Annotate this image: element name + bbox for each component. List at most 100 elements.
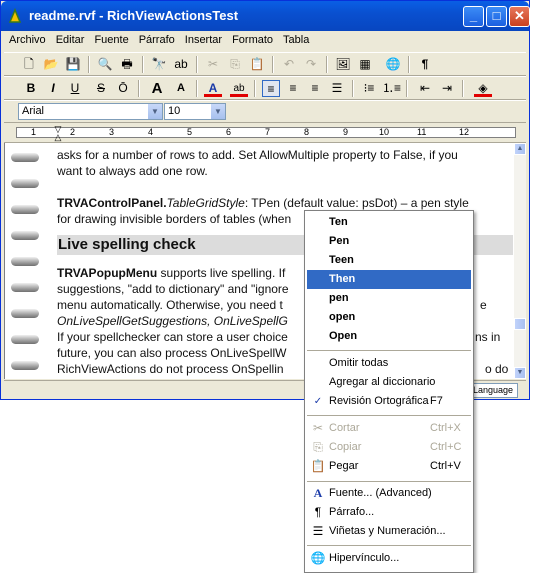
binding-ring [11, 179, 39, 188]
suggestion-label: Teen [329, 254, 354, 266]
insert-table-icon[interactable]: ▦ [356, 56, 374, 73]
open-icon[interactable]: 📂 [42, 56, 60, 73]
suggestion-item-selected[interactable]: Then [307, 270, 471, 289]
spellcheck-item[interactable]: ✓ Revisión Ortográfica F7 [307, 392, 471, 411]
hyperlink-item[interactable]: 🌐 Hipervínculo... [307, 549, 471, 568]
italic-button[interactable]: I [44, 80, 62, 97]
scroll-down-icon[interactable]: ▼ [514, 367, 526, 379]
menu-archivo[interactable]: Archivo [4, 31, 51, 49]
class-name: TRVAPopupMenu [57, 266, 158, 280]
font-name-select[interactable]: Arial ▼ [18, 103, 163, 120]
add-to-dictionary-item[interactable]: Agregar al diccionario [307, 373, 471, 392]
text-line: want to always add one row. [57, 164, 208, 178]
bullets-icon[interactable]: ⁝≡ [360, 80, 378, 97]
insert-picture-icon[interactable]: 🖼 [334, 56, 352, 73]
scroll-up-icon[interactable]: ▲ [514, 143, 526, 155]
menu-label: Viñetas y Numeración... [329, 525, 446, 537]
find-icon[interactable]: 🔭 [150, 56, 168, 73]
save-icon[interactable]: 💾 [64, 56, 82, 73]
ruler-mark: 1 [31, 127, 37, 137]
suggestion-item[interactable]: Pen [307, 232, 471, 251]
ruler-mark: 10 [379, 127, 390, 137]
toolbar-separator [196, 56, 198, 73]
background-color-icon[interactable]: ◈ [474, 80, 492, 97]
numbering-icon[interactable]: ⒈≡ [382, 80, 401, 97]
bold-button[interactable]: B [22, 80, 40, 97]
hyperlink-icon[interactable]: 🌐 [384, 56, 402, 73]
shrink-font-button[interactable]: A [172, 80, 190, 97]
paragraph-icon: ¶ [314, 505, 322, 519]
suggestion-label: Ten [329, 216, 348, 228]
menu-editar[interactable]: Editar [51, 31, 90, 49]
ruler-track: 1 2 3 4 5 6 7 8 9 10 11 12 [16, 127, 516, 138]
text-line: If your spellchecker can store a user ch… [57, 330, 288, 344]
strikethrough-button[interactable]: S [92, 80, 110, 97]
justify-icon[interactable]: ☰ [328, 80, 346, 97]
title-bar[interactable]: readme.rvf - RichViewActionsTest _ □ ✕ [1, 1, 530, 31]
indent-marker[interactable]: ▽ △ [54, 125, 62, 142]
text-line: suggestions, "add to dictionary" and "ig… [57, 282, 289, 296]
ruler[interactable]: 1 2 3 4 5 6 7 8 9 10 11 12 ▽ △ [4, 124, 526, 143]
suggestion-item[interactable]: Open [307, 327, 471, 346]
decrease-indent-icon[interactable]: ⇤ [416, 80, 434, 97]
align-left-icon[interactable]: ≡ [262, 80, 280, 97]
grow-font-button[interactable]: A [148, 80, 166, 97]
text-line: future, you can also process OnLiveSpell… [57, 346, 287, 360]
align-right-icon[interactable]: ≡ [306, 80, 324, 97]
print-icon[interactable]: 🖶 [118, 56, 136, 73]
overline-button[interactable]: Ō [114, 80, 132, 97]
bullets-numbering-item[interactable]: ☰ Viñetas y Numeración... [307, 522, 471, 541]
toolbar-separator [88, 56, 90, 73]
align-center-icon[interactable]: ≡ [284, 80, 302, 97]
highlight-button[interactable]: ab [230, 80, 248, 97]
increase-indent-icon[interactable]: ⇥ [438, 80, 456, 97]
menu-formato[interactable]: Formato [227, 31, 278, 49]
show-special-chars-icon[interactable]: ¶ [416, 56, 434, 73]
close-button[interactable]: ✕ [509, 6, 530, 27]
app-icon [8, 8, 22, 23]
menu-shortcut: F7 [430, 395, 443, 407]
find-replace-icon[interactable]: ab [172, 56, 190, 73]
paragraph-item[interactable]: ¶ Párrafo... [307, 503, 471, 522]
copy-item[interactable]: ⎘ Copiar Ctrl+C [307, 438, 471, 457]
suggestion-item[interactable]: Teen [307, 251, 471, 270]
undo-icon[interactable]: ↶ [280, 56, 298, 73]
chevron-down-icon[interactable]: ▼ [210, 104, 225, 119]
redo-icon[interactable]: ↷ [302, 56, 320, 73]
new-icon[interactable]: 🗋 [20, 56, 38, 73]
suggestion-item[interactable]: Ten [307, 213, 471, 232]
menu-fuente[interactable]: Fuente [89, 31, 133, 49]
cut-item[interactable]: ✂ Cortar Ctrl+X [307, 419, 471, 438]
underline-button[interactable]: U [66, 80, 84, 97]
menu-parrafo[interactable]: Párrafo [134, 31, 180, 49]
menu-shortcut: Ctrl+X [430, 422, 461, 434]
copy-icon: ⎘ [313, 440, 323, 454]
font-item[interactable]: A Fuente... (Advanced) [307, 484, 471, 503]
menu-insertar[interactable]: Insertar [180, 31, 227, 49]
paste-icon[interactable]: 📋 [248, 56, 266, 73]
minimize-button[interactable]: _ [463, 6, 484, 27]
print-preview-icon[interactable]: 🔍 [96, 56, 114, 73]
font-size-select[interactable]: 10 ▼ [164, 103, 226, 120]
font-toolbar: Arial ▼ 10 ▼ [4, 100, 526, 123]
font-color-button[interactable]: A [204, 80, 222, 97]
toolbar-separator [254, 80, 256, 97]
text-line: RichViewActions do not process OnSpellin [57, 362, 284, 376]
ignore-all-item[interactable]: Omitir todas [307, 354, 471, 373]
cut-icon[interactable]: ✂ [204, 56, 222, 73]
language-button[interactable]: Language [467, 383, 518, 398]
paste-icon: 📋 [310, 459, 326, 473]
paste-item[interactable]: 📋 Pegar Ctrl+V [307, 457, 471, 476]
menu-tabla[interactable]: Tabla [278, 31, 314, 49]
menu-label: Cortar [329, 422, 360, 434]
vertical-scrollbar[interactable]: ▲ ▼ [514, 143, 526, 379]
ruler-mark: 3 [109, 127, 115, 137]
scroll-thumb[interactable] [514, 318, 526, 330]
copy-icon[interactable]: ⎘ [226, 56, 244, 73]
chevron-down-icon[interactable]: ▼ [147, 104, 162, 119]
suggestion-item[interactable]: pen [307, 289, 471, 308]
menu-label: Hipervínculo... [329, 552, 400, 564]
suggestion-item[interactable]: open [307, 308, 471, 327]
maximize-button[interactable]: □ [486, 6, 507, 27]
text-line: asks for a number of rows to add. Set Al… [57, 148, 458, 162]
